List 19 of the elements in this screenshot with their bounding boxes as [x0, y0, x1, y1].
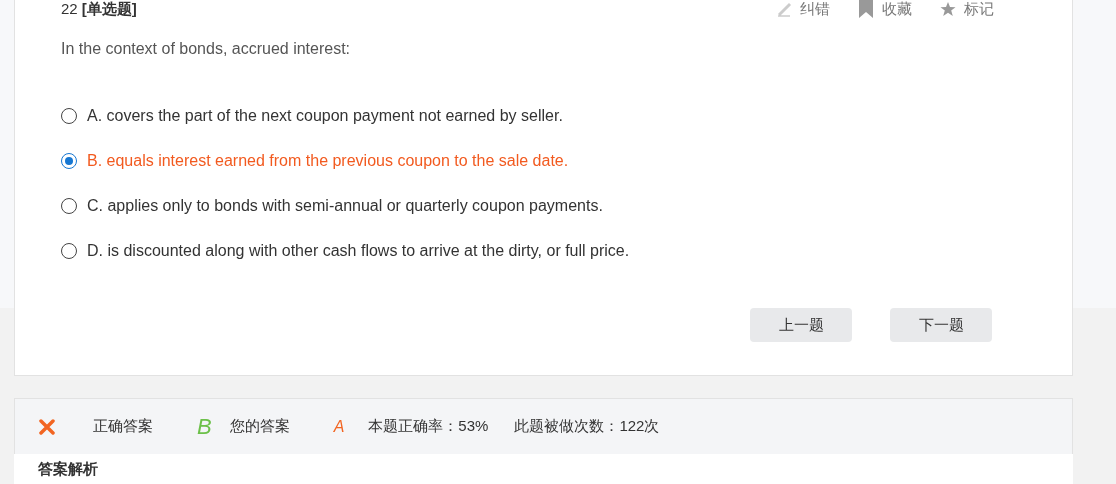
correct-answer-letter: A [333, 417, 345, 436]
option-label[interactable]: C. applies only to bonds with semi-annual or quarterly coupon payments. [87, 196, 603, 215]
previous-button[interactable]: 上一题 [750, 308, 852, 342]
your-answer-label: 您的答案 [229, 417, 290, 436]
correct-answer-label: 正确答案 [93, 417, 153, 436]
bookmark-button[interactable]: 收藏 [858, 0, 912, 19]
analysis-title: 答案解析 [38, 460, 98, 477]
next-button[interactable]: 下一题 [890, 308, 992, 342]
your-answer-letter: B [197, 413, 212, 440]
accuracy-text: 本题正确率：53% [368, 417, 489, 436]
star-button[interactable]: 标记 [940, 0, 994, 19]
bookmark-icon [858, 0, 874, 18]
question-text: In the context of bonds, accrued interest: [61, 40, 352, 59]
question-number: 22 [单选题] [61, 0, 137, 19]
option-label[interactable]: A. covers the part of the next coupon payment not earned by seller. [87, 106, 563, 125]
attempts-text: 此题被做次数：122次 [514, 417, 660, 436]
star-icon [940, 1, 956, 17]
pencil-button[interactable]: 纠错 [776, 0, 830, 19]
option-label[interactable]: D. is discounted along with other cash flows to arrive at the dirty, or full price. [87, 241, 630, 260]
